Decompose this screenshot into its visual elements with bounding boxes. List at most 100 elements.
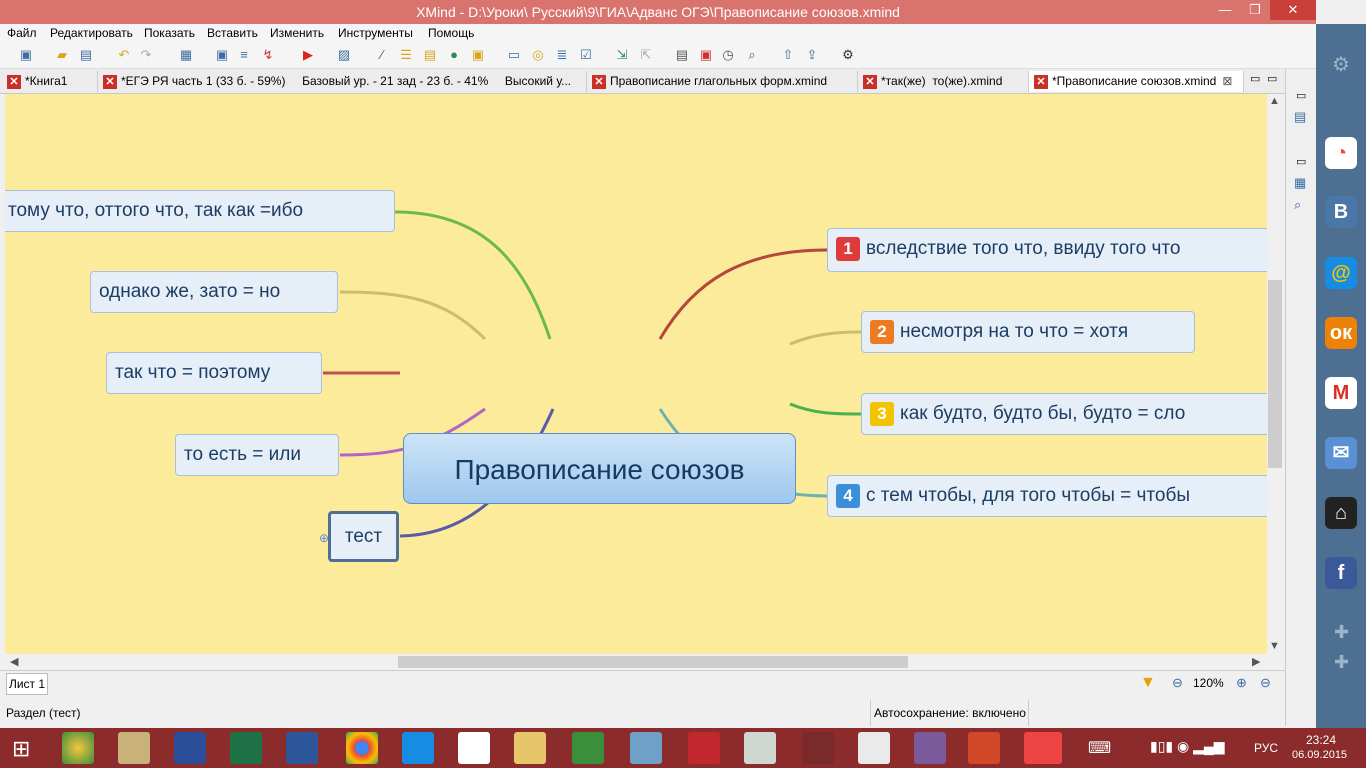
excel-icon[interactable] bbox=[230, 732, 262, 764]
scroll-down-icon[interactable]: ▼ bbox=[1269, 640, 1280, 652]
minimize-button[interactable]: — bbox=[1210, 0, 1240, 20]
subtopic-icon[interactable]: ▣ bbox=[214, 47, 230, 63]
xmind-task-icon[interactable] bbox=[1024, 732, 1062, 764]
search-icon[interactable]: ⌕ bbox=[744, 47, 760, 63]
menu-insert[interactable]: Вставить bbox=[207, 26, 258, 40]
gmail-icon[interactable]: M bbox=[1325, 377, 1357, 409]
save-disk-icon[interactable] bbox=[174, 732, 206, 764]
selected-topic-node[interactable]: тест bbox=[328, 511, 399, 562]
app-icon[interactable] bbox=[630, 732, 662, 764]
numbered-topic-node[interactable]: 1 вследствие того что, ввиду того что bbox=[827, 228, 1267, 272]
clock-date[interactable]: 06.09.2015 bbox=[1292, 749, 1347, 761]
central-topic[interactable]: Правописание союзов bbox=[403, 433, 796, 504]
drill-up-icon[interactable]: ⇱ bbox=[638, 47, 654, 63]
tab-kniga1[interactable]: ✕ *Книга1 bbox=[2, 71, 98, 92]
odnoklassniki-icon[interactable]: ок bbox=[1325, 317, 1357, 349]
vk-icon[interactable]: В bbox=[1325, 196, 1357, 228]
start-icon[interactable]: ⊞ bbox=[12, 736, 30, 762]
language-indicator[interactable]: РУС bbox=[1254, 741, 1278, 755]
app-icon[interactable] bbox=[744, 732, 776, 764]
close-tab-icon[interactable]: ⊠ bbox=[1222, 74, 1232, 88]
open-icon[interactable]: ▰ bbox=[54, 47, 70, 63]
idea-icon[interactable]: ◎ bbox=[530, 47, 546, 63]
menu-tools[interactable]: Инструменты bbox=[338, 26, 413, 40]
fit-zoom-icon[interactable]: ⊖ bbox=[1260, 675, 1271, 691]
menu-help[interactable]: Помощь bbox=[428, 26, 474, 40]
inbox-icon[interactable]: ⌂ bbox=[1325, 497, 1357, 529]
mail-ru-icon[interactable]: @ bbox=[1325, 257, 1357, 289]
new-icon[interactable]: ▣ bbox=[18, 47, 34, 63]
add-icon[interactable]: ✚ bbox=[1334, 622, 1349, 643]
label-icon[interactable]: ▤ bbox=[422, 47, 438, 63]
save-icon[interactable]: ▤ bbox=[78, 47, 94, 63]
scroll-up-icon[interactable]: ▲ bbox=[1269, 95, 1280, 107]
topic-node[interactable]: тому что, оттого что, так как =ибо bbox=[5, 190, 395, 232]
powerpoint-icon[interactable] bbox=[968, 732, 1000, 764]
zoom-in-icon[interactable]: ⊕ bbox=[1236, 675, 1247, 691]
klondike-app-icon[interactable]: ◔ bbox=[1325, 137, 1357, 169]
mail-agent-icon[interactable] bbox=[402, 732, 434, 764]
menu-modify[interactable]: Изменить bbox=[270, 26, 324, 40]
app-icon[interactable] bbox=[62, 732, 94, 764]
scroll-right-icon[interactable]: ▶ bbox=[1252, 655, 1260, 668]
relationship-icon[interactable]: ↯ bbox=[260, 47, 276, 63]
overview-icon[interactable]: ▣ bbox=[698, 47, 714, 63]
java-icon[interactable] bbox=[858, 732, 890, 764]
scroll-left-icon[interactable]: ◀ bbox=[10, 655, 18, 668]
menu-file[interactable]: Файл bbox=[7, 26, 37, 40]
collapse-plus-icon[interactable]: ⊕ bbox=[319, 531, 329, 545]
folder-icon[interactable] bbox=[514, 732, 546, 764]
floating-topic-icon[interactable]: ≡ bbox=[236, 47, 252, 63]
restore-editor-icon[interactable]: ▭ bbox=[1250, 72, 1260, 85]
restore-panel-icon[interactable]: ▭ bbox=[1296, 89, 1306, 102]
properties-view-icon[interactable]: ▦ bbox=[1294, 175, 1306, 191]
task-icon[interactable]: ☑ bbox=[578, 47, 594, 63]
drill-down-icon[interactable]: ⇲ bbox=[614, 47, 630, 63]
menu-edit[interactable]: Редактировать bbox=[50, 26, 133, 40]
attachment-icon[interactable]: ∕ bbox=[374, 47, 390, 63]
chrome-icon[interactable] bbox=[346, 732, 378, 764]
tab-soyuzy[interactable]: ✕ *Правописание союзов.xmind ⊠ bbox=[1029, 71, 1244, 92]
sheet-tab[interactable]: Лист 1 bbox=[6, 673, 48, 695]
tab-glagol[interactable]: ✕ Правописание глагольных форм.xmind bbox=[587, 71, 858, 92]
filter-icon[interactable]: ▼ bbox=[1140, 674, 1156, 692]
numbered-topic-node[interactable]: 3 как будто, будто бы, будто = сло bbox=[861, 393, 1267, 435]
facebook-icon[interactable]: f bbox=[1325, 557, 1357, 589]
winrar-icon[interactable] bbox=[914, 732, 946, 764]
tab-ege[interactable]: ✕ *ЕГЭ РЯ часть 1 (33 б. - 59%) Базовый у… bbox=[98, 71, 587, 92]
presentation-icon[interactable]: ▭ bbox=[506, 47, 522, 63]
app-icon[interactable] bbox=[118, 732, 150, 764]
topic-node[interactable]: так что = поэтому bbox=[106, 352, 322, 394]
topic-node[interactable]: однако же, зато = но bbox=[90, 271, 338, 313]
settings-icon[interactable]: ⚙ bbox=[1332, 52, 1350, 77]
restore-button[interactable]: ❐ bbox=[1240, 0, 1270, 20]
maximize-editor-icon[interactable]: ▭ bbox=[1267, 72, 1277, 85]
app-icon[interactable] bbox=[458, 732, 490, 764]
app-icon[interactable] bbox=[572, 732, 604, 764]
upload-icon[interactable]: ⇧ bbox=[780, 47, 796, 63]
topic-icon[interactable]: ▦ bbox=[178, 47, 194, 63]
settings-icon[interactable]: ⚙ bbox=[840, 47, 856, 63]
search-view-icon[interactable]: ⌕ bbox=[1294, 197, 1301, 213]
summary-icon[interactable]: ▣ bbox=[470, 47, 486, 63]
redo-icon[interactable]: ↷ bbox=[138, 47, 154, 63]
undo-icon[interactable]: ↶ bbox=[116, 47, 132, 63]
notes-icon[interactable]: ☰ bbox=[398, 47, 414, 63]
gantt-icon[interactable]: ≣ bbox=[554, 47, 570, 63]
share-icon[interactable]: ⇪ bbox=[804, 47, 820, 63]
flash-icon[interactable] bbox=[688, 732, 720, 764]
menu-view[interactable]: Показать bbox=[144, 26, 195, 40]
zoom-out-icon[interactable]: ⊖ bbox=[1172, 675, 1183, 691]
word-icon[interactable] bbox=[286, 732, 318, 764]
clock-time[interactable]: 23:24 bbox=[1306, 733, 1336, 747]
mind-map-canvas[interactable]: тому что, оттого что, так как =ибо однак… bbox=[5, 94, 1267, 654]
outline-view-icon[interactable]: ▤ bbox=[1294, 109, 1306, 125]
keyboard-icon[interactable]: ⌨ bbox=[1088, 738, 1111, 758]
app-icon[interactable] bbox=[802, 732, 834, 764]
vertical-scroll-thumb[interactable] bbox=[1268, 280, 1282, 468]
add-icon[interactable]: ✚ bbox=[1334, 652, 1349, 673]
numbered-topic-node[interactable]: 4 с тем чтобы, для того чтобы = чтобы bbox=[827, 475, 1267, 517]
marker-icon[interactable]: ▶ bbox=[300, 47, 316, 63]
topic-node[interactable]: то есть = или bbox=[175, 434, 339, 476]
email-icon[interactable]: ✉ bbox=[1325, 437, 1357, 469]
